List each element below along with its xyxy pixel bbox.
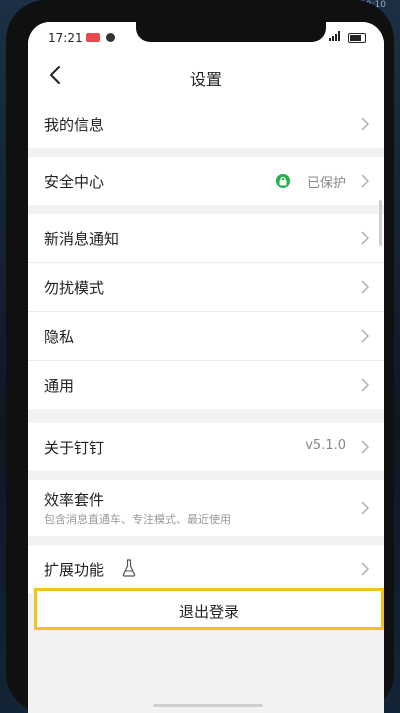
settings-group: 安全中心 已保护 (28, 157, 384, 205)
settings-group: 新消息通知 勿扰模式 隐私 通用 (28, 214, 384, 409)
chevron-right-icon (361, 378, 370, 392)
row-label: 安全中心 (44, 173, 105, 191)
row-label: 勿扰模式 (44, 279, 105, 297)
row-do-not-disturb[interactable]: 勿扰模式 (28, 263, 384, 312)
chevron-right-icon (361, 231, 370, 245)
row-label: 我的信息 (44, 116, 105, 134)
row-privacy[interactable]: 隐私 (28, 312, 384, 361)
status-time: 17:21 (48, 31, 83, 45)
row-label: 效率套件 (44, 491, 105, 509)
row-label: 新消息通知 (44, 230, 120, 248)
page-title: 设置 (189, 70, 222, 89)
chevron-right-icon (361, 174, 370, 188)
home-indicator (153, 704, 263, 707)
notch (136, 22, 326, 42)
version-value: v5.1.0 (305, 438, 346, 453)
row-my-info[interactable]: 我的信息 (28, 100, 384, 148)
chevron-right-icon (361, 440, 370, 454)
row-subtitle: 包含消息直通车、专注模式、最近使用 (44, 513, 231, 526)
app-notification-icon (106, 33, 115, 42)
row-label: 通用 (44, 377, 75, 395)
row-about[interactable]: 关于钉钉 v5.1.0 (28, 423, 384, 471)
row-new-message-notification[interactable]: 新消息通知 (28, 214, 384, 263)
signal-icon (329, 31, 341, 44)
chevron-right-icon (361, 280, 370, 294)
nav-header: 设置 (28, 52, 384, 100)
row-general[interactable]: 通用 (28, 361, 384, 409)
chevron-right-icon (361, 329, 370, 343)
settings-group: 扩展功能 (28, 545, 384, 593)
logout-button[interactable]: 退出登录 (34, 588, 384, 630)
settings-group: 关于钉钉 v5.1.0 (28, 423, 384, 471)
row-label: 扩展功能 (44, 561, 105, 579)
chevron-right-icon (361, 117, 370, 131)
chevron-right-icon (361, 562, 370, 576)
battery-icon (348, 32, 366, 43)
phone-frame: 17:21 🔕 ⏰ HD 设置 (6, 0, 394, 713)
flask-icon (122, 559, 136, 577)
scrollbar[interactable] (379, 200, 382, 246)
security-status: 已保护 (306, 176, 346, 191)
row-extensions[interactable]: 扩展功能 (28, 545, 384, 593)
logout-label: 退出登录 (178, 603, 239, 621)
lock-icon (276, 174, 290, 188)
chevron-right-icon (361, 501, 370, 515)
row-efficiency-suite[interactable]: 效率套件 包含消息直通车、专注模式、最近使用 (28, 480, 384, 536)
row-security-center[interactable]: 安全中心 已保护 (28, 157, 384, 205)
row-label: 隐私 (44, 328, 75, 346)
settings-group: 效率套件 包含消息直通车、专注模式、最近使用 (28, 480, 384, 536)
row-label: 关于钉钉 (44, 439, 105, 457)
settings-group: 我的信息 (28, 100, 384, 148)
notification-badge-icon (86, 33, 100, 42)
screen: 17:21 🔕 ⏰ HD 设置 (28, 22, 384, 713)
